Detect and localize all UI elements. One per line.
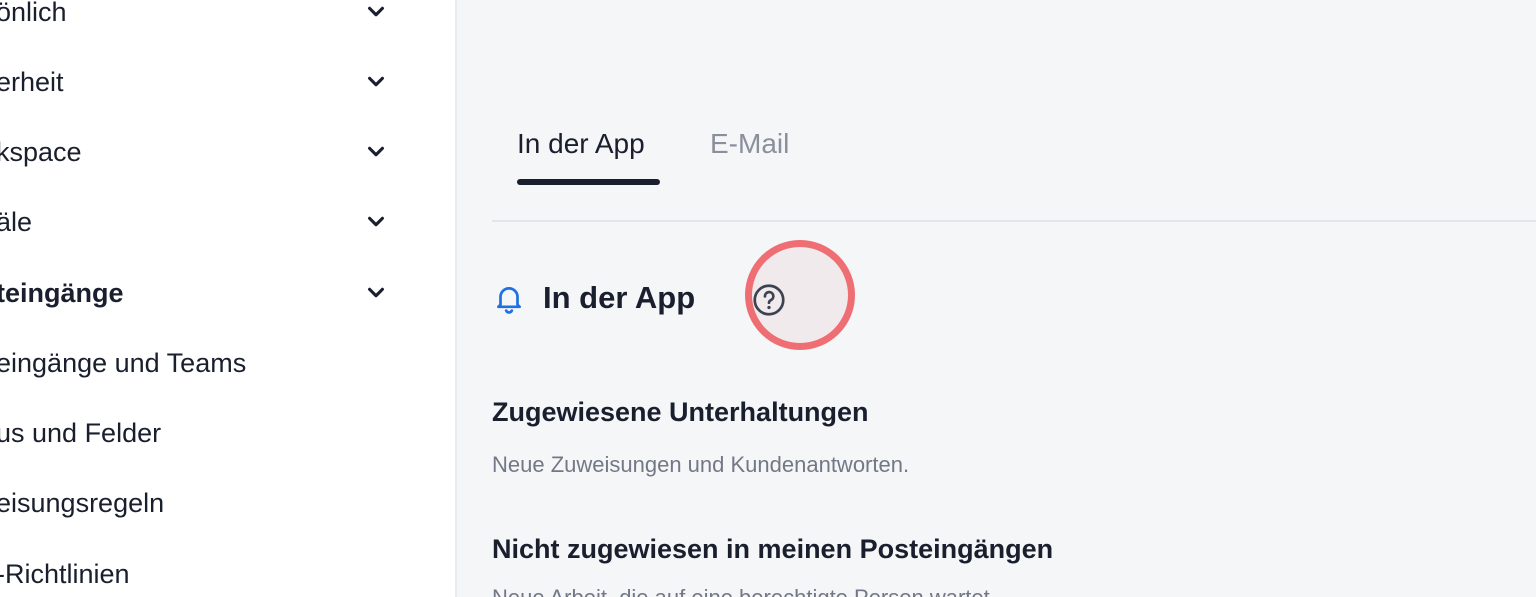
sidebar-item-status-und-felder[interactable]: us und Felder bbox=[0, 413, 436, 453]
sidebar-section-workspace[interactable]: kspace bbox=[0, 132, 396, 172]
sidebar-item-label: eisungsregeln bbox=[0, 487, 165, 518]
sidebar-item-label: us und Felder bbox=[0, 417, 162, 448]
sidebar-section-persoenlich[interactable]: önlich bbox=[0, 0, 396, 32]
settings-sidebar: önlich erheit kspace äle teingänge bbox=[0, 0, 457, 597]
chevron-down-icon bbox=[368, 6, 384, 17]
section-header: In der App bbox=[492, 240, 892, 350]
sidebar-section-kanaele[interactable]: äle bbox=[0, 202, 396, 242]
sidebar-item-zuweisungsregeln[interactable]: eisungsregeln bbox=[0, 483, 436, 523]
bell-icon bbox=[497, 287, 521, 314]
tab-bar: In der App E-Mail bbox=[492, 120, 1536, 222]
chevron-down-icon bbox=[368, 216, 384, 227]
sidebar-item-posteingaenge-und-teams[interactable]: eingänge und Teams bbox=[0, 343, 436, 383]
active-tab-indicator bbox=[517, 179, 660, 185]
notification-settings-panel: In der App E-Mail In der App Zugewiesene… bbox=[457, 0, 1536, 597]
tab-in-app[interactable]: In der App bbox=[517, 128, 645, 160]
preference-title: Zugewiesene Unterhaltungen bbox=[492, 397, 869, 427]
tab-email[interactable]: E-Mail bbox=[710, 128, 789, 160]
preference-description: Neue Zuweisungen und Kundenantworten. bbox=[492, 452, 910, 477]
sidebar-section-label: önlich bbox=[0, 0, 67, 27]
sidebar-section-label: kspace bbox=[0, 136, 82, 167]
preference-title: Nicht zugewiesen in meinen Posteingängen bbox=[492, 534, 1054, 564]
chevron-down-icon bbox=[368, 287, 384, 298]
sidebar-section-label: teingänge bbox=[0, 277, 124, 308]
settings-page: önlich erheit kspace äle teingänge bbox=[0, 0, 1536, 597]
chevron-down-icon bbox=[368, 76, 384, 87]
sidebar-item-label: -Richtlinien bbox=[0, 558, 130, 589]
sidebar-section-label: erheit bbox=[0, 66, 64, 97]
sidebar-item-richtlinien[interactable]: -Richtlinien bbox=[0, 554, 436, 594]
section-title: In der App bbox=[543, 280, 696, 315]
sidebar-item-label: eingänge und Teams bbox=[0, 347, 247, 378]
sidebar-section-label: äle bbox=[0, 206, 33, 237]
sidebar-section-sicherheit[interactable]: erheit bbox=[0, 62, 396, 102]
question-circle-icon[interactable] bbox=[751, 282, 787, 318]
chevron-down-icon bbox=[368, 146, 384, 157]
sidebar-section-posteingaenge[interactable]: teingänge bbox=[0, 273, 396, 313]
preference-description: Neue Arbeit, die auf eine berechtigte Pe… bbox=[492, 585, 996, 597]
